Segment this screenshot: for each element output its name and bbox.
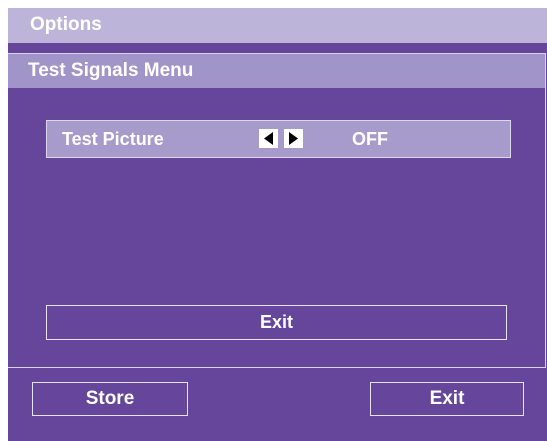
right-arrow-icon[interactable] <box>284 129 303 148</box>
options-screen: Options Test Signals Menu Test Picture O… <box>8 8 547 441</box>
options-header: Options <box>8 8 547 43</box>
test-picture-value: OFF <box>352 129 388 149</box>
test-signals-panel: Test Signals Menu Test Picture OFF Exit <box>8 53 546 368</box>
left-arrow-icon[interactable] <box>259 129 278 148</box>
test-signals-title: Test Signals Menu <box>28 60 194 81</box>
test-picture-label: Test Picture <box>62 129 164 149</box>
options-title: Options <box>30 14 102 35</box>
store-button[interactable]: Store <box>32 382 188 416</box>
test-picture-row[interactable]: Test Picture OFF <box>46 120 511 158</box>
exit-button[interactable]: Exit <box>370 382 524 416</box>
submenu-exit-button[interactable]: Exit <box>46 305 507 340</box>
test-signals-header: Test Signals Menu <box>8 54 545 88</box>
